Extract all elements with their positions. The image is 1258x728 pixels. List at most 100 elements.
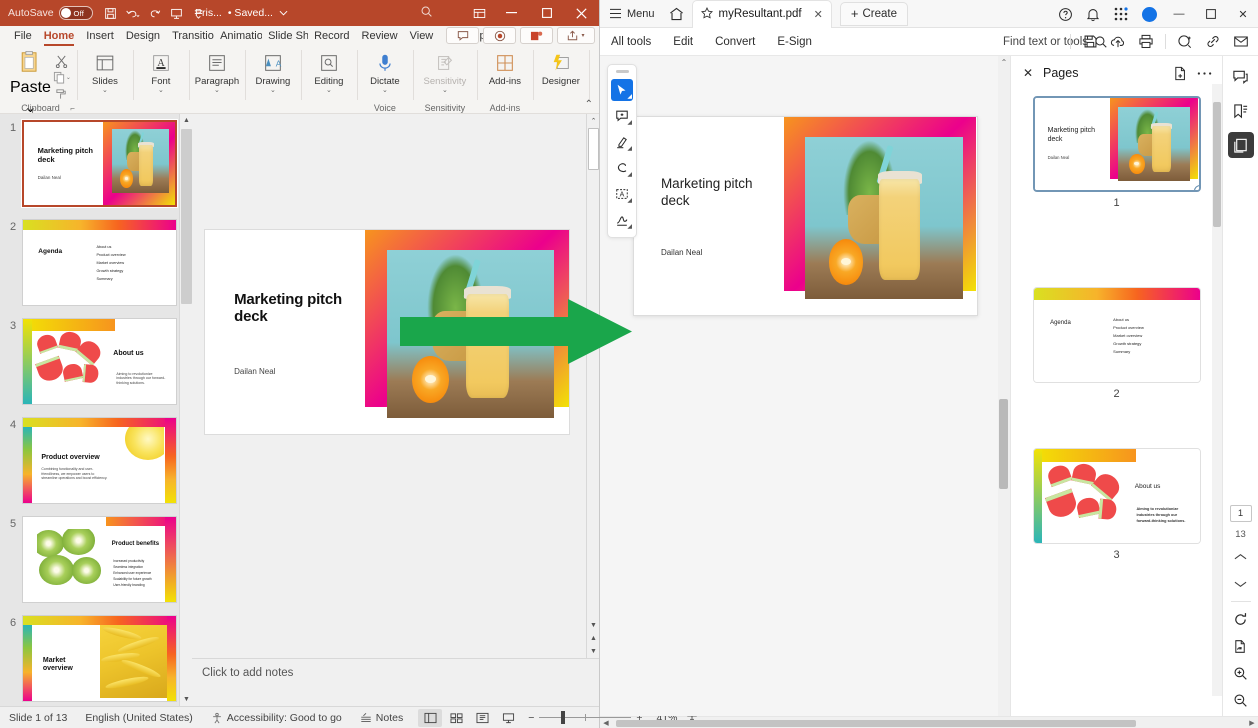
avatar[interactable] <box>1136 0 1162 28</box>
paragraph-button[interactable]: Paragraph ⌄ <box>195 50 239 94</box>
maximize-icon[interactable] <box>1196 0 1226 28</box>
draw-freehand-icon[interactable]: ◢ <box>611 157 633 179</box>
autosave-switch[interactable]: Off <box>58 6 93 20</box>
close-icon[interactable] <box>564 0 599 26</box>
normal-view-icon[interactable] <box>418 708 443 727</box>
page-thumbnail-image[interactable]: About us Aiming to revolutionize industr… <box>1032 448 1201 544</box>
chevron-down-icon[interactable] <box>279 7 288 19</box>
star-icon[interactable] <box>700 6 713 22</box>
zoom-knob[interactable] <box>561 711 566 724</box>
mail-icon[interactable] <box>1228 29 1254 55</box>
notes-toggle[interactable]: Notes <box>351 712 412 724</box>
previous-slide-icon[interactable]: ▲ <box>587 632 599 645</box>
next-slide-icon[interactable]: ▼ <box>587 645 599 658</box>
esign-button[interactable]: E-Sign <box>766 36 823 48</box>
pages-thumbnail-list[interactable]: Marketing pitch deck Dailan Neal 1 Agend… <box>1011 90 1222 716</box>
scrollbar-thumb[interactable] <box>1213 102 1221 227</box>
cut-icon[interactable] <box>53 54 71 69</box>
save-icon[interactable] <box>1077 29 1103 55</box>
share-button[interactable]: ▾ <box>557 27 595 44</box>
tab-transitions[interactable]: Transitions <box>166 27 214 46</box>
chevron-down-icon[interactable] <box>1229 574 1253 594</box>
clipboard-dialog-launcher[interactable]: ⌐ <box>70 104 75 113</box>
dictate-button[interactable]: Dictate ⌄ <box>363 50 407 94</box>
signature-icon[interactable]: ◢ <box>611 209 633 231</box>
scroll-collapse-icon[interactable]: ⌃ <box>587 114 599 127</box>
acrobat-horizontal-scrollbar[interactable]: ◀ ▶ <box>600 716 1258 728</box>
rotate-icon[interactable] <box>1229 609 1253 629</box>
link-icon[interactable] <box>1200 29 1226 55</box>
chevron-down-icon[interactable]: ⌄ <box>270 87 276 94</box>
slide-show-icon[interactable] <box>496 709 520 727</box>
pdf-document-view[interactable]: Marketing pitch deck Dailan Neal ⌃ <box>600 56 1010 716</box>
thumbnail-slide[interactable]: Market overview <box>22 615 177 702</box>
scrollbar-thumb[interactable] <box>588 128 599 170</box>
zoom-in-icon[interactable] <box>1229 663 1253 683</box>
zoom-out-icon[interactable] <box>1229 690 1253 710</box>
pdf-scrollbar[interactable]: ⌃ <box>998 56 1010 716</box>
document-title-area[interactable]: Pris... • Saved... <box>195 0 288 26</box>
add-ins-button[interactable]: Add-ins <box>483 50 527 88</box>
maximize-icon[interactable] <box>529 0 564 26</box>
menu-button[interactable]: Menu <box>600 8 664 20</box>
thumbnail-scrollbar[interactable]: ▲ ▼ <box>179 114 192 706</box>
slide-title[interactable]: Marketing pitch deck <box>234 291 350 326</box>
reading-view-icon[interactable] <box>470 709 494 727</box>
insert-page-icon[interactable] <box>1168 62 1192 84</box>
designer-button[interactable]: Designer <box>539 50 583 88</box>
document-tab[interactable]: myResultant.pdf ✕ <box>691 0 832 28</box>
tab-review[interactable]: Review <box>356 27 404 46</box>
more-options-icon[interactable] <box>1192 62 1216 84</box>
page-thumbnail-1[interactable]: Marketing pitch deck Dailan Neal 1 <box>1011 96 1222 209</box>
slide-sorter-icon[interactable] <box>444 709 468 727</box>
slides-button[interactable]: Slides ⌄ <box>83 50 127 94</box>
tab-record[interactable]: Record <box>308 27 355 46</box>
record-button[interactable] <box>483 27 516 44</box>
font-button[interactable]: A Font ⌄ <box>139 50 183 94</box>
edit-button[interactable]: Edit <box>662 36 704 48</box>
chevron-down-icon[interactable]: ⌄ <box>214 87 220 94</box>
chevron-up-icon[interactable] <box>1229 547 1253 567</box>
chevron-down-icon[interactable]: ⌄ <box>442 87 448 94</box>
print-icon[interactable] <box>1133 29 1159 55</box>
thumbnail-slide[interactable]: About us Aiming to revolutionize industr… <box>22 318 177 405</box>
scrollbar-thumb[interactable] <box>999 399 1008 490</box>
copy-icon[interactable]: ⌄ <box>53 70 71 85</box>
tab-home[interactable]: Home <box>38 27 81 46</box>
thumbnail-item-4[interactable]: 4 Product overview Combining functionali… <box>0 417 192 504</box>
page-thumbnail-image[interactable]: Marketing pitch deck Dailan Neal <box>1032 96 1201 192</box>
slide-thumbnail-panel[interactable]: 1 Marketing pitch deck Dailan Neal 2 Age… <box>0 114 192 706</box>
undo-icon[interactable] <box>123 3 143 23</box>
tab-slide-show[interactable]: Slide Show <box>262 27 308 46</box>
scroll-up-icon[interactable]: ▲ <box>180 114 192 127</box>
accessibility-status[interactable]: Accessibility: Good to go <box>202 712 351 724</box>
select-cursor-icon[interactable]: ◢ <box>611 79 633 101</box>
chevron-down-icon[interactable]: ⌄ <box>158 87 164 94</box>
thumbnail-slide[interactable]: Product benefits Increased productivity … <box>22 516 177 603</box>
extract-page-icon[interactable] <box>1229 636 1253 656</box>
thumbnail-item-6[interactable]: 6 Market overview <box>0 615 192 702</box>
add-comment-icon[interactable]: ◢ <box>611 105 633 127</box>
close-icon[interactable]: ✕ <box>1017 62 1039 84</box>
canvas-scrollbar[interactable]: ⌃ ▼ ▲ ▼ <box>586 114 599 658</box>
thumbnail-item-2[interactable]: 2 Agenda About us Product overview Marke… <box>0 219 192 306</box>
scroll-right-icon[interactable]: ▶ <box>1246 719 1258 727</box>
notes-pane[interactable]: Click to add notes <box>192 658 599 706</box>
comments-button[interactable] <box>446 27 479 44</box>
help-icon[interactable] <box>1052 0 1078 28</box>
sensitivity-button[interactable]: Sensitivity ⌄ <box>419 50 471 94</box>
thumbnail-slide[interactable]: Agenda About us Product overview Market … <box>22 219 177 306</box>
chevron-down-icon[interactable]: ⌄ <box>382 87 388 94</box>
scroll-up-icon[interactable]: ⌃ <box>998 58 1010 67</box>
redo-icon[interactable] <box>145 3 165 23</box>
editing-button[interactable]: Editing ⌄ <box>307 50 351 94</box>
tab-animations[interactable]: Animations <box>214 27 262 46</box>
scroll-down-icon[interactable]: ▼ <box>180 693 192 706</box>
thumbnail-item-3[interactable]: 3 About us Aiming to revolutionize indus… <box>0 318 192 405</box>
scrollbar-thumb[interactable] <box>616 719 1136 727</box>
highlight-icon[interactable]: ◢ <box>611 131 633 153</box>
page-thumbnail-2[interactable]: Agenda About us Product overview Market … <box>1011 287 1222 400</box>
thumbnail-slide[interactable]: Marketing pitch deck Dailan Neal <box>21 119 178 208</box>
thumbnail-item-5[interactable]: 5 Product benefits Increased productivit… <box>0 516 192 603</box>
page-thumbnails-icon[interactable] <box>1227 132 1254 158</box>
